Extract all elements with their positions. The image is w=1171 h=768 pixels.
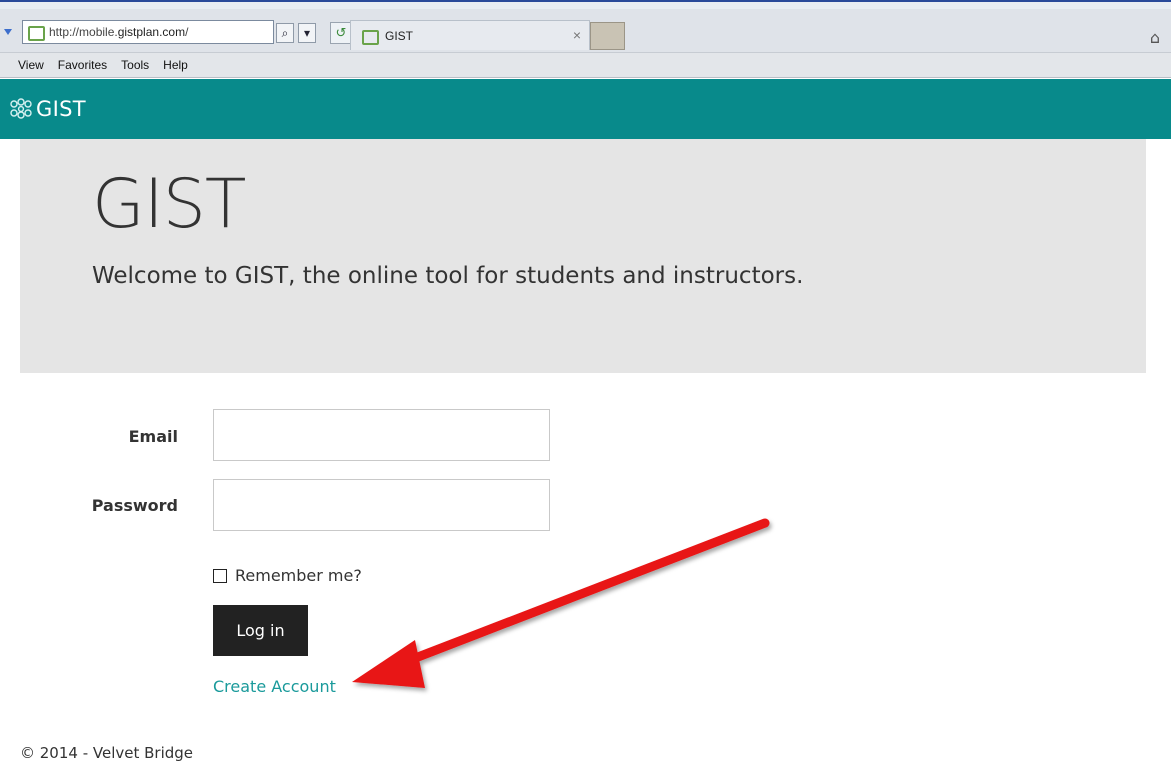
- create-account-link[interactable]: Create Account: [213, 677, 336, 696]
- remember-me-label: Remember me?: [235, 566, 362, 585]
- browser-address-row: http://mobile. gistplan.com / ⌕ ▾ ↺ GIST ×…: [0, 9, 1171, 53]
- menu-item-favorites[interactable]: Favorites: [58, 58, 107, 72]
- password-field[interactable]: [213, 479, 550, 531]
- gist-logo-icon: [10, 98, 32, 119]
- window-top-border: [0, 0, 1171, 9]
- menu-item-view[interactable]: View: [18, 58, 44, 72]
- dropdown-arrow-icon[interactable]: ▾: [298, 23, 316, 43]
- tab-title: GIST: [385, 28, 414, 43]
- url-prefix: http://mobile.: [49, 25, 118, 39]
- login-button[interactable]: Log in: [213, 605, 308, 656]
- footer-copyright: © 2014 - Velvet Bridge: [20, 744, 194, 762]
- brand-text: GIST: [36, 97, 86, 121]
- address-tools: ⌕ ▾ ↺: [276, 22, 352, 44]
- remember-me[interactable]: Remember me?: [213, 566, 362, 585]
- tab-favicon-icon: [361, 29, 379, 45]
- annotation-arrow-head: [352, 640, 425, 688]
- browser-tab[interactable]: GIST ×: [350, 20, 590, 50]
- site-favicon-icon: [27, 25, 45, 41]
- menu-item-help[interactable]: Help: [163, 58, 188, 72]
- refresh-icon[interactable]: ↺: [330, 22, 352, 44]
- password-label: Password: [91, 496, 178, 515]
- page-title: GIST: [92, 165, 246, 244]
- browser-menu-bar: View Favorites Tools Help: [0, 53, 1171, 78]
- remember-me-checkbox[interactable]: [213, 568, 227, 583]
- email-label: Email: [128, 427, 178, 446]
- site-navbar: GIST: [0, 79, 1171, 139]
- brand-link[interactable]: GIST: [8, 97, 86, 121]
- search-icon[interactable]: ⌕: [276, 23, 294, 43]
- new-tab-button[interactable]: [590, 22, 625, 50]
- email-field[interactable]: [213, 409, 550, 461]
- jumbotron: GIST Welcome to GIST, the online tool fo…: [20, 139, 1146, 373]
- menu-item-tools[interactable]: Tools: [121, 58, 149, 72]
- home-icon[interactable]: ⌂: [1146, 29, 1164, 47]
- annotation-arrow-shaft: [400, 518, 770, 667]
- url-host: gistplan.com: [117, 25, 186, 39]
- address-bar[interactable]: http://mobile. gistplan.com /: [22, 20, 274, 44]
- back-dropdown-icon[interactable]: [4, 29, 12, 35]
- tab-close-icon[interactable]: ×: [573, 27, 581, 43]
- welcome-text: Welcome to GIST, the online tool for stu…: [92, 263, 804, 289]
- url-suffix: /: [185, 25, 189, 39]
